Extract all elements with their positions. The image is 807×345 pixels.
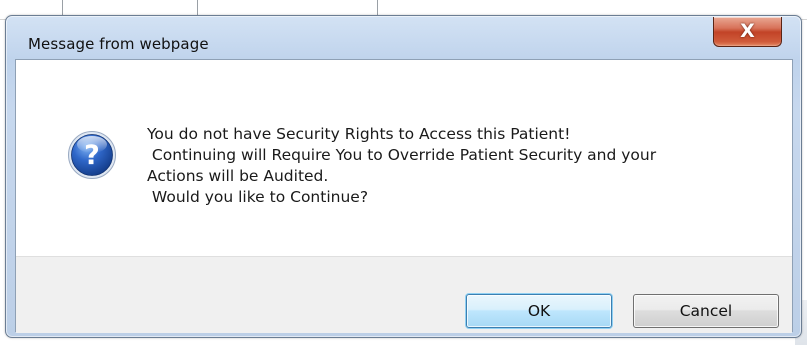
dialog-title: Message from webpage: [28, 35, 209, 53]
message-line: Would you like to Continue?: [147, 188, 369, 206]
cancel-button[interactable]: Cancel: [633, 294, 779, 328]
dialog-client-area: ? You do not have Security Rights to Acc…: [15, 59, 793, 333]
message-line: Actions will be Audited.: [147, 167, 329, 185]
dialog-button-area: OK Cancel: [16, 256, 792, 333]
dialog-content: ? You do not have Security Rights to Acc…: [16, 60, 792, 256]
question-icon: ?: [68, 131, 116, 179]
message-line: You do not have Security Rights to Acces…: [147, 125, 571, 143]
message-line: Continuing will Require You to Override …: [147, 146, 657, 164]
ok-button[interactable]: OK: [466, 294, 612, 328]
message-dialog: Message from webpage X ? You do not have…: [5, 15, 802, 338]
close-button[interactable]: X: [713, 17, 782, 47]
close-icon: X: [740, 20, 755, 42]
dialog-title-bar[interactable]: Message from webpage X: [6, 16, 801, 59]
dialog-message: You do not have Security Rights to Acces…: [147, 124, 767, 208]
svg-text:?: ?: [84, 140, 100, 171]
